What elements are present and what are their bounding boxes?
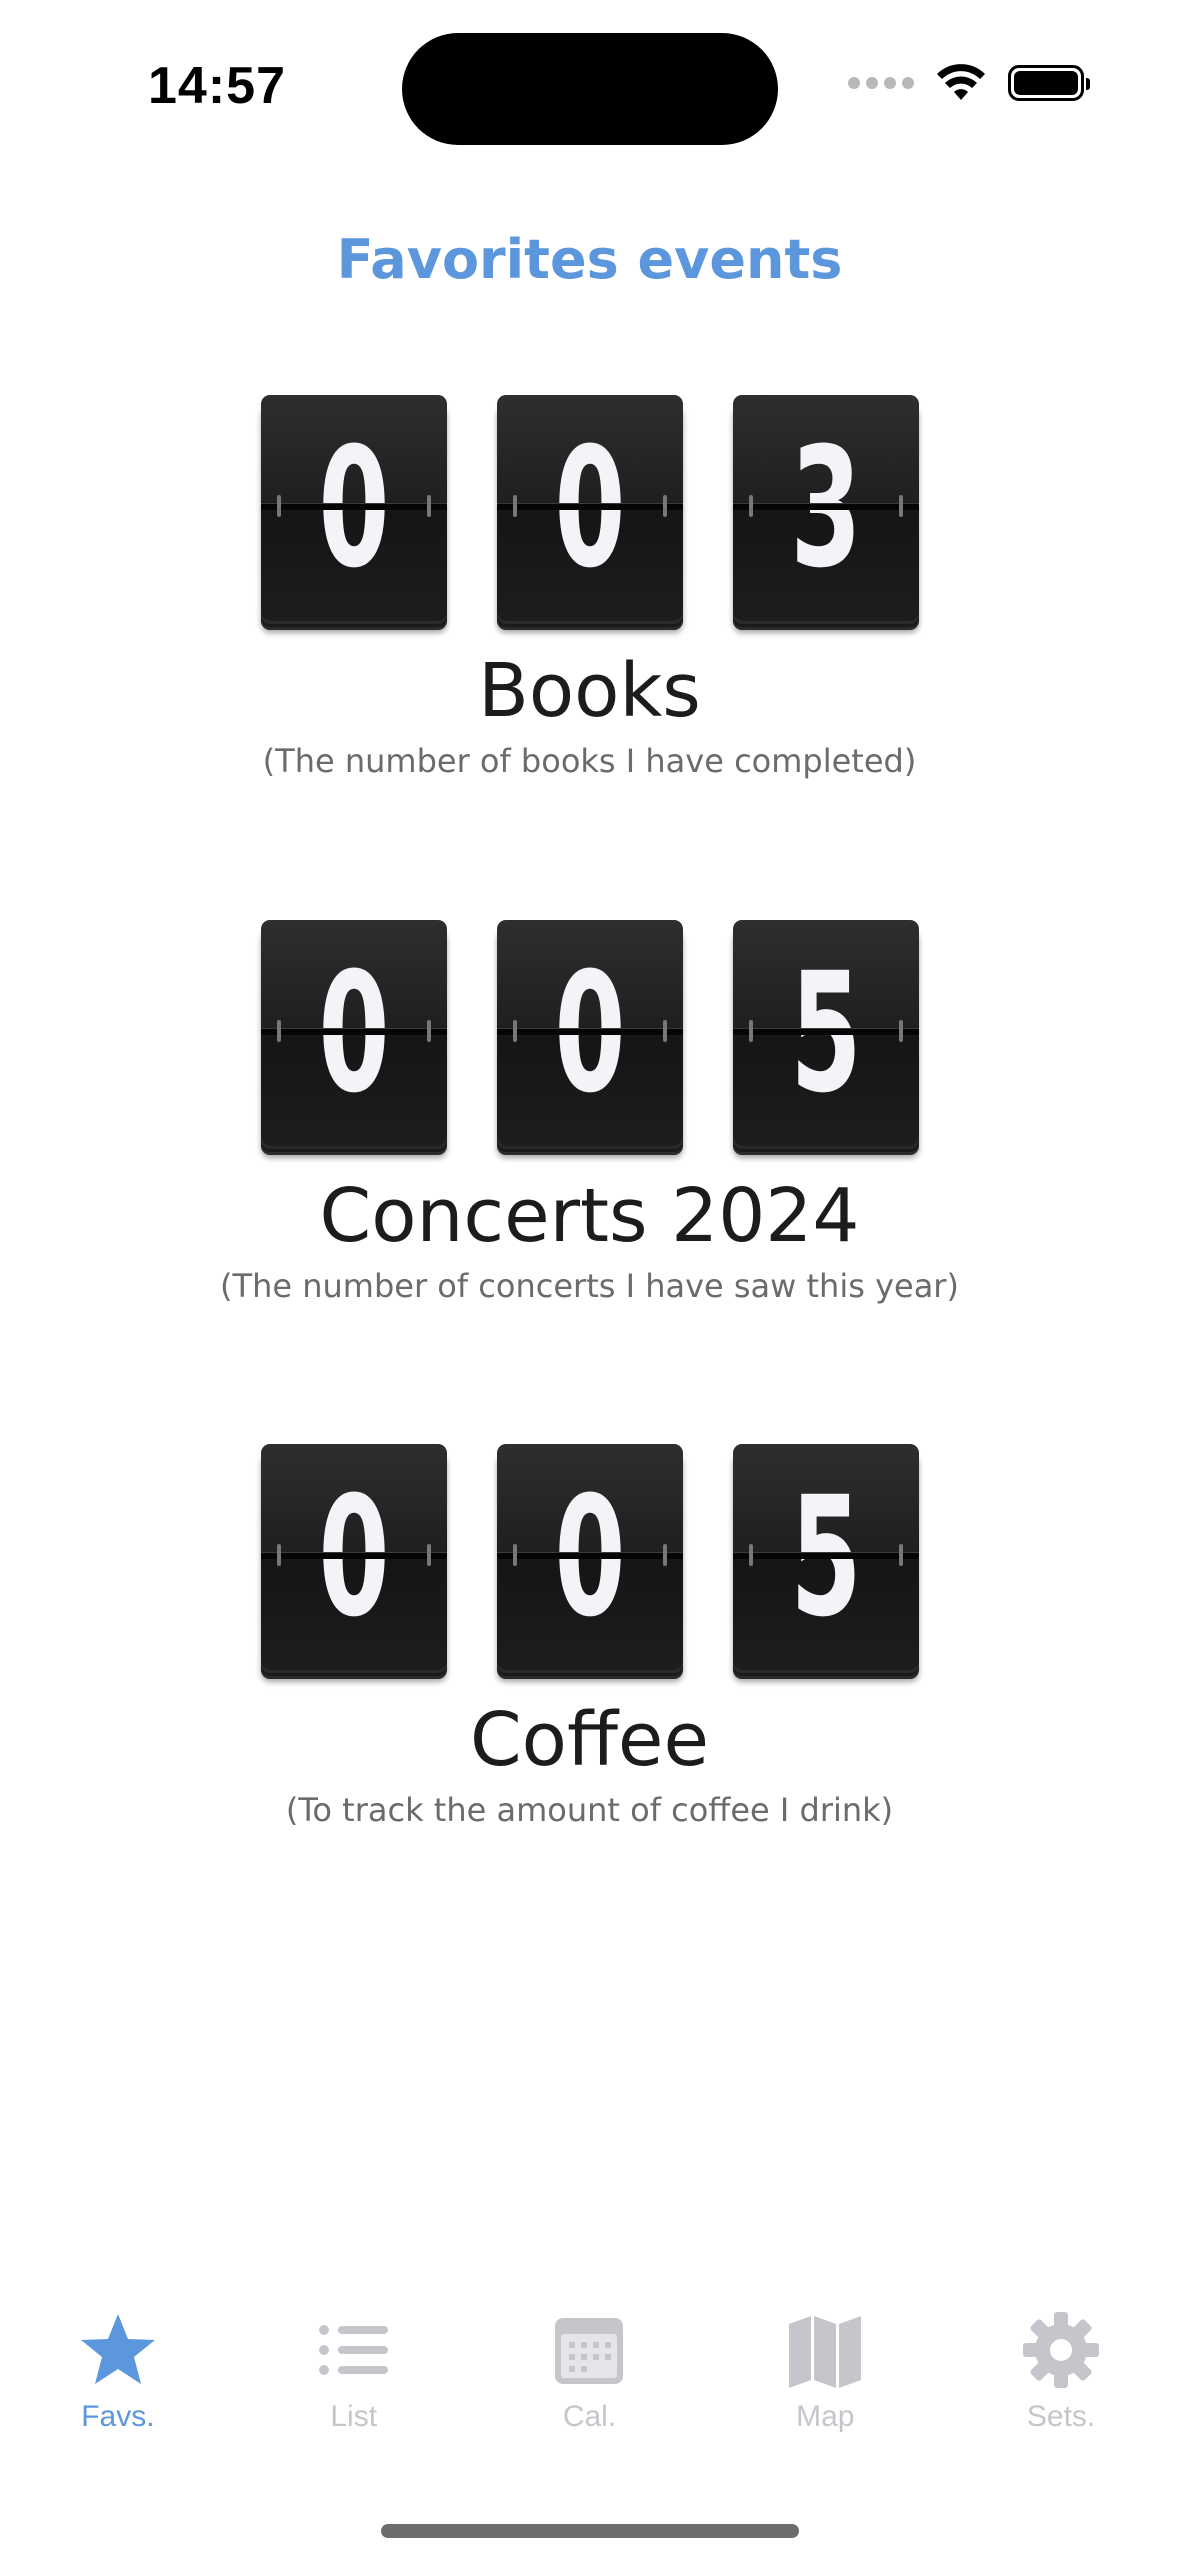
tab-label: List (330, 2400, 378, 2433)
flip-digit: 0 (260, 395, 447, 621)
tab-list[interactable]: List (236, 2310, 472, 2470)
counter-concerts[interactable]: 0 0 5 Concerts 2024 (The number of conce… (0, 920, 1179, 1305)
flip-counter: 0 0 3 (0, 395, 1179, 627)
counter-books[interactable]: 0 0 3 Books (The number of books I have … (0, 395, 1179, 780)
counter-subtitle: (The number of concerts I have saw this … (220, 1266, 959, 1305)
flip-digit: 0 (496, 920, 683, 1146)
flip-counter: 0 0 5 (0, 920, 1179, 1152)
tab-label: Favs. (81, 2400, 155, 2433)
flip-digit: 5 (732, 920, 919, 1146)
counter-subtitle: (To track the amount of coffee I drink) (285, 1790, 894, 1829)
tab-label: Sets. (1026, 2400, 1096, 2433)
gear-icon (1021, 2310, 1101, 2390)
counter-title: Concerts 2024 (319, 1173, 860, 1259)
counter-coffee[interactable]: 0 0 5 Coffee (To track the amount of cof… (0, 1444, 1179, 1829)
flip-digit: 0 (260, 1444, 447, 1670)
flip-counter: 0 0 5 (0, 1444, 1179, 1676)
flip-digit: 0 (260, 920, 447, 1146)
flip-digit: 5 (732, 1444, 919, 1670)
flip-digit: 0 (496, 395, 683, 621)
wifi-icon (937, 64, 985, 100)
status-time: 14:57 (148, 57, 286, 115)
counter-title: Coffee (470, 1697, 709, 1783)
tab-calendar[interactable]: Cal. (472, 2310, 708, 2470)
flip-digit: 0 (496, 1444, 683, 1670)
status-indicators (848, 64, 1090, 102)
page-title: Favorites events (336, 228, 843, 291)
tab-favs[interactable]: Favs. (0, 2310, 236, 2470)
tab-label: Cal. (562, 2400, 617, 2433)
status-bar: 14:57 (0, 0, 1179, 170)
map-icon (785, 2310, 865, 2390)
cellular-signal-icon (848, 77, 914, 89)
flip-digit: 3 (732, 395, 919, 621)
battery-icon (1008, 65, 1090, 101)
star-icon (78, 2310, 158, 2390)
tab-settings[interactable]: Sets. (943, 2310, 1179, 2470)
counter-subtitle: (The number of books I have completed) (262, 741, 917, 780)
home-indicator (381, 2524, 799, 2538)
tab-map[interactable]: Map (707, 2310, 943, 2470)
list-icon (314, 2310, 394, 2390)
tab-bar: Favs. List Cal. Map Sets. (0, 2310, 1179, 2470)
tab-label: Map (796, 2400, 855, 2433)
counter-title: Books (478, 648, 701, 734)
calendar-icon (549, 2310, 629, 2390)
dynamic-island (402, 33, 778, 145)
